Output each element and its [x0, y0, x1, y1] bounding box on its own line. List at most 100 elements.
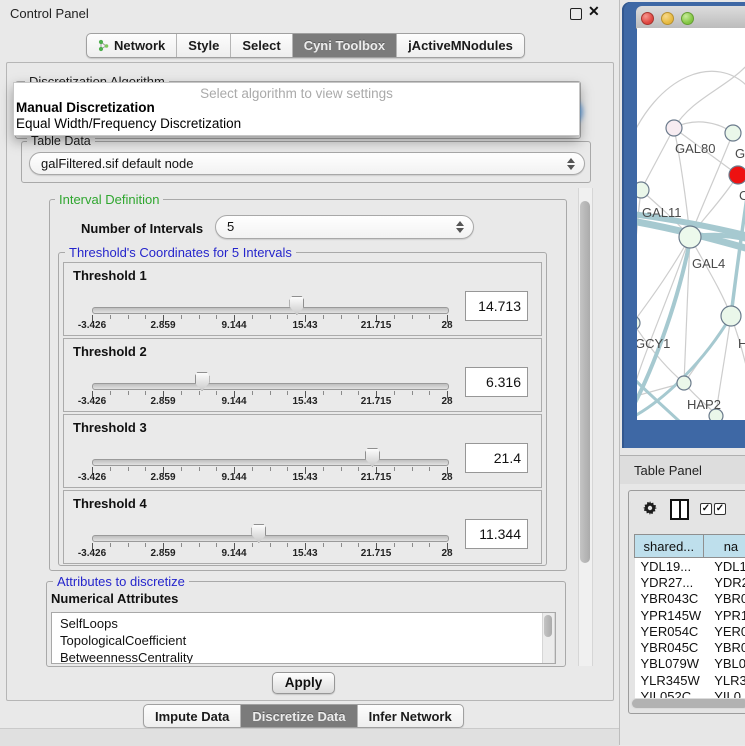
- network-node-right[interactable]: [721, 306, 741, 326]
- checkbox-icon[interactable]: ✓: [714, 503, 726, 515]
- slider-track[interactable]: [92, 307, 449, 314]
- cell-name[interactable]: YLR3: [703, 672, 745, 688]
- close-icon[interactable]: ✕: [588, 3, 600, 20]
- network-node-gal4[interactable]: [679, 226, 701, 248]
- threshold-value-field[interactable]: 11.344: [465, 519, 528, 549]
- cell-shared[interactable]: YDL19...: [635, 558, 704, 575]
- list-scrollbar-thumb[interactable]: [544, 615, 552, 637]
- cell-name[interactable]: YBR0: [703, 639, 745, 655]
- node-table: shared... na YDL19...YDL1 YDR27...YDR2 Y…: [634, 534, 745, 705]
- tab-jactivemnodules[interactable]: jActiveMNodules: [397, 34, 524, 57]
- slider-ticks: [92, 315, 447, 323]
- list-scrollbar[interactable]: [542, 613, 555, 663]
- cell-name[interactable]: YPR1: [703, 607, 745, 623]
- threshold-value-field[interactable]: 6.316: [465, 367, 528, 397]
- threshold-panel-4: Threshold 4 -3.426 2.859 9.144 15.43 21.…: [63, 490, 542, 564]
- list-item[interactable]: TopologicalCoefficient: [60, 633, 186, 648]
- node-label-gcy1: GCY1: [637, 336, 670, 351]
- table-row[interactable]: YPR145WYPR1: [635, 607, 745, 623]
- network-node-gcy1[interactable]: [637, 316, 640, 330]
- tab-network[interactable]: Network: [87, 34, 177, 57]
- tick-label: 28: [441, 548, 452, 559]
- column-header-name[interactable]: na: [703, 535, 745, 558]
- split-view-icon[interactable]: [670, 499, 689, 520]
- network-node-gal80[interactable]: [666, 120, 682, 136]
- tick-label: 15.43: [292, 396, 317, 407]
- tab-impute-data[interactable]: Impute Data: [144, 705, 241, 727]
- network-window-titlebar[interactable]: [636, 6, 745, 29]
- cell-shared[interactable]: YER054C: [635, 623, 704, 639]
- table-row[interactable]: YBL079WYBL0: [635, 656, 745, 672]
- cell-shared[interactable]: YDR27...: [635, 574, 704, 590]
- vertical-scrollbar-thumb[interactable]: [580, 201, 590, 563]
- table-row[interactable]: YDL19...YDL1: [635, 558, 745, 575]
- zoom-button[interactable]: [681, 12, 694, 25]
- cell-name[interactable]: YDR2: [703, 574, 745, 590]
- table-row[interactable]: YER054CYER0: [635, 623, 745, 639]
- table-row[interactable]: YLR345WYLR3: [635, 672, 745, 688]
- threshold-panel-1: Threshold 1 -3.426 2.859 9.144 15.43 21.…: [63, 262, 542, 336]
- cell-shared[interactable]: YBR045C: [635, 639, 704, 655]
- horizontal-scrollbar[interactable]: [631, 698, 745, 709]
- cell-shared[interactable]: YLR345W: [635, 672, 704, 688]
- apply-button[interactable]: Apply: [272, 672, 335, 694]
- node-label-gal4: GAL4: [692, 256, 725, 271]
- popup-option-manual-discretization[interactable]: Manual Discretization: [16, 100, 155, 115]
- tab-label: jActiveMNodules: [408, 38, 513, 53]
- tick-label: 15.43: [292, 548, 317, 559]
- threshold-value-field[interactable]: 14.713: [465, 291, 528, 321]
- slider-track[interactable]: [92, 459, 449, 466]
- cell-shared[interactable]: YBR043C: [635, 591, 704, 607]
- popup-option-equal-width[interactable]: Equal Width/Frequency Discretization: [16, 116, 241, 131]
- horizontal-scrollbar-thumb[interactable]: [632, 699, 745, 708]
- table-data-combo[interactable]: galFiltered.sif default node: [29, 152, 585, 175]
- close-button[interactable]: [641, 12, 654, 25]
- tick-label: 21.715: [361, 472, 392, 483]
- network-node-top-right[interactable]: [725, 125, 741, 141]
- slider-track[interactable]: [92, 383, 449, 390]
- tick-label: 9.144: [221, 472, 246, 483]
- cell-shared[interactable]: YPR145W: [635, 607, 704, 623]
- tab-cyni-toolbox[interactable]: Cyni Toolbox: [293, 34, 397, 57]
- tab-discretize-data[interactable]: Discretize Data: [241, 705, 357, 727]
- network-node-hap2[interactable]: [677, 376, 691, 390]
- tick-label: 21.715: [361, 548, 392, 559]
- float-window-icon[interactable]: [570, 8, 582, 20]
- tick-label: 15.43: [292, 320, 317, 331]
- tick-label: -3.426: [78, 548, 106, 559]
- tab-select[interactable]: Select: [231, 34, 292, 57]
- gear-icon[interactable]: [642, 500, 658, 516]
- network-canvas[interactable]: GAL80 GA C GAL11 GAL4 GCY1 H HAP2: [637, 28, 745, 420]
- list-item[interactable]: SelfLoops: [60, 616, 118, 631]
- threshold-label: Threshold 4: [73, 496, 147, 511]
- checkbox-icon[interactable]: ✓: [700, 503, 712, 515]
- control-panel: Control Panel ✕ Network Style Select Cyn…: [0, 0, 620, 745]
- node-label-partial-right: C: [739, 188, 745, 203]
- tab-infer-network[interactable]: Infer Network: [358, 705, 463, 727]
- list-item[interactable]: BetweennessCentrality: [60, 650, 193, 664]
- network-node-gal11[interactable]: [637, 182, 649, 198]
- popup-hint: Select algorithm to view settings: [14, 86, 579, 101]
- table-row[interactable]: YBR043CYBR0: [635, 591, 745, 607]
- tab-style[interactable]: Style: [177, 34, 231, 57]
- numerical-attributes-list[interactable]: SelfLoops TopologicalCoefficient Between…: [51, 612, 556, 664]
- cell-name[interactable]: YDL1: [703, 558, 745, 575]
- vertical-scrollbar[interactable]: [578, 188, 593, 666]
- cell-name[interactable]: YBL0: [703, 656, 745, 672]
- slider-track[interactable]: [92, 535, 449, 542]
- tick-label: 2.859: [150, 472, 175, 483]
- cell-name[interactable]: YBR0: [703, 591, 745, 607]
- number-of-intervals-combo[interactable]: 5: [215, 215, 474, 239]
- minimize-button[interactable]: [661, 12, 674, 25]
- tick-label: 15.43: [292, 472, 317, 483]
- threshold-value-field[interactable]: 21.4: [465, 443, 528, 473]
- cell-name[interactable]: YER0: [703, 623, 745, 639]
- group-label-interval-definition: Interval Definition: [55, 192, 163, 207]
- column-header-shared-name[interactable]: shared...: [635, 535, 704, 558]
- table-row[interactable]: YBR045CYBR0: [635, 639, 745, 655]
- table-row[interactable]: YDR27...YDR2: [635, 574, 745, 590]
- network-window[interactable]: GAL80 GA C GAL11 GAL4 GCY1 H HAP2: [622, 2, 745, 448]
- tab-label: Select: [242, 38, 280, 53]
- cell-shared[interactable]: YBL079W: [635, 656, 704, 672]
- network-node-red[interactable]: [729, 166, 745, 184]
